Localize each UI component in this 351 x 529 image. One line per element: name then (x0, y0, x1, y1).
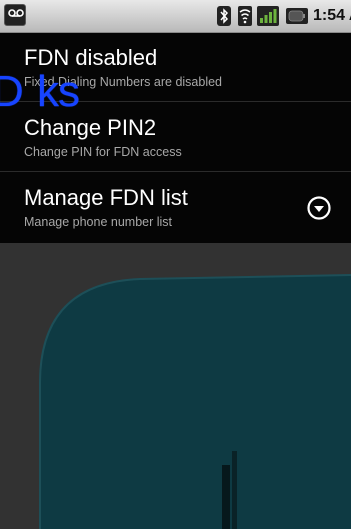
wallpaper (0, 243, 351, 529)
voicemail-icon (4, 4, 26, 26)
battery-icon (286, 8, 308, 24)
status-bar[interactable]: 1:54 AM (0, 0, 351, 33)
change-pin2-item[interactable]: Change PIN2 Change PIN for FDN access (0, 103, 351, 172)
screen: 1:54 AM FDN disabled Fixed Dialing Numbe… (0, 0, 351, 529)
menu-arrow-icon[interactable] (307, 196, 331, 220)
wifi-icon (238, 6, 252, 26)
status-clock: 1:54 AM (313, 7, 351, 24)
signal-icon (257, 6, 279, 26)
bluetooth-icon (217, 6, 231, 26)
item-title: Change PIN2 (24, 115, 157, 140)
fdn-enable-item[interactable]: FDN disabled Fixed Dialing Numbers are d… (0, 33, 351, 102)
item-summary: Change PIN for FDN access (24, 145, 182, 159)
item-title: FDN disabled (24, 45, 158, 70)
item-summary: Fixed Dialing Numbers are disabled (24, 75, 223, 89)
fdn-settings-list: FDN disabled Fixed Dialing Numbers are d… (0, 33, 351, 243)
item-title: Manage FDN list (24, 185, 188, 210)
item-summary: Manage phone number list (24, 215, 173, 229)
manage-fdn-list-item[interactable]: Manage FDN list Manage phone number list (0, 173, 351, 242)
